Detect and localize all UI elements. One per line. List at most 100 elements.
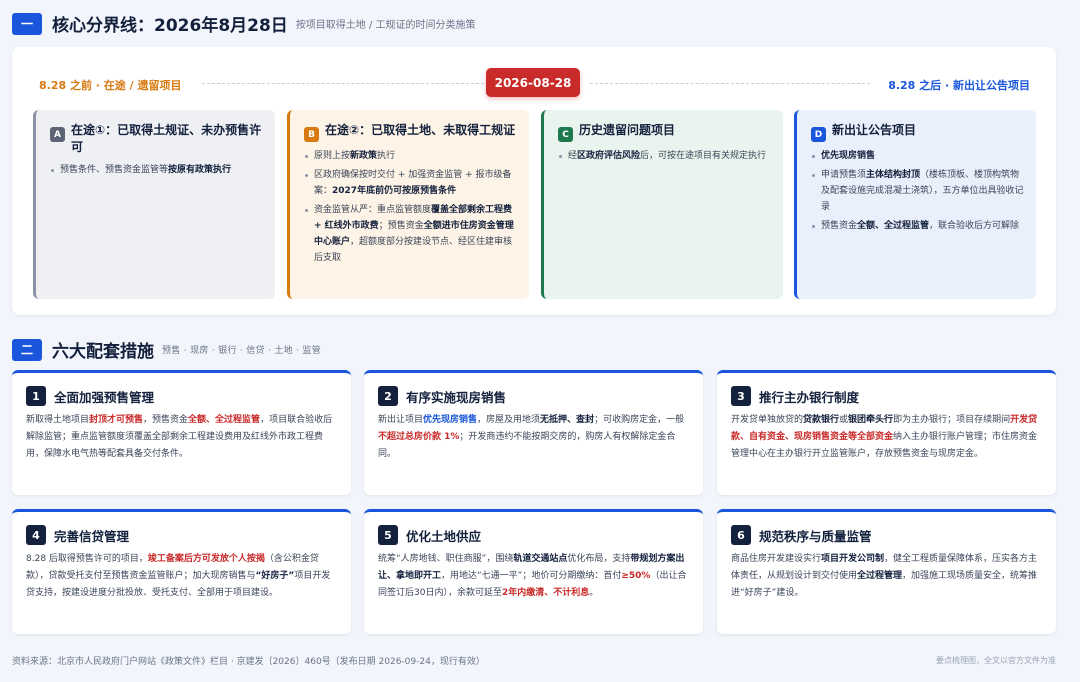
body-text: 优化布局，支持: [567, 554, 631, 564]
body-text: 申请预售须: [821, 170, 867, 180]
body-text: 开发贷单独放贷的: [731, 415, 804, 425]
section2-subtitle: 预售 · 现房 · 银行 · 信贷 · 土地 · 监管: [162, 346, 322, 356]
body-text: 预售资金: [821, 221, 858, 231]
measure-number: 4: [26, 525, 46, 545]
measure-body: 8.28 后取得预售许可的项目，竣工备案后方可发放个人按揭（含公积金贷款），贷款…: [26, 551, 337, 602]
category-card-b: B 在途②：已取得土地、未取得工规证 原则上按新政策执行 区政府确保按时交付 + …: [287, 110, 529, 299]
measure-number: 6: [731, 525, 751, 545]
body-text: 原则上按: [314, 151, 351, 161]
measure-title: 有序实施现房销售: [406, 389, 507, 405]
category-badge: C: [558, 127, 573, 142]
category-title: 新出让公告项目: [832, 123, 917, 137]
measure-title: 规范秩序与质量监管: [759, 528, 872, 544]
category-card-c: C 历史遗留问题项目 经区政府评估风险后，可按在途项目有关规定执行: [541, 110, 783, 299]
body-text: ；可收购房定金，一般: [594, 415, 685, 425]
emphasis-text: 区政府评估风险: [577, 151, 641, 161]
measure-body: 开发贷单独放贷的贷款银行或银团牵头行即为主办银行；项目存续期间开发贷款、自有资金…: [731, 412, 1042, 463]
category-card-a: A 在途①：已取得土规证、未办预售许可 预售条件、预售资金监管等按原有政策执行: [33, 110, 275, 299]
category-item: 申请预售须主体结构封顶（楼栋顶板、楼顶构筑物及配套设施完成混凝土浇筑），五方单位…: [811, 167, 1024, 215]
body-text: 。: [589, 588, 599, 598]
category-title: 在途②：已取得土地、未取得工规证: [325, 123, 516, 137]
category-badge: B: [304, 127, 319, 142]
category-items: 优先现房销售申请预售须主体结构封顶（楼栋顶板、楼顶构筑物及配套设施完成混凝土浇筑…: [811, 148, 1024, 234]
body-text: ，用地达“七通一平”；地价可分期缴纳：首付: [441, 571, 622, 581]
category-item: 原则上按新政策执行: [304, 148, 517, 164]
emphasis-text: 优先现房销售: [821, 151, 876, 161]
body-text: 后，可按在途项目有关规定执行: [640, 151, 767, 161]
measure-card-1: 1 全面加强预售管理 新取得土地项目封顶才可预售，预售资金全额、全过程监管，项目联…: [12, 370, 351, 495]
emphasis-text: 贷款银行: [803, 415, 840, 425]
category-item: 优先现房销售: [811, 148, 1024, 164]
body-text: ，房屋及用地须: [477, 415, 541, 425]
emphasis-text: 无抵押、查封: [540, 415, 595, 425]
body-text: 预售条件、预售资金监管等: [60, 165, 169, 175]
category-title: 在途①：已取得土规证、未办预售许可: [71, 123, 262, 154]
body-text: 或: [839, 415, 849, 425]
measure-title: 完善信贷管理: [54, 528, 130, 544]
emphasis-text: 封顶才可预售: [89, 415, 144, 425]
emphasis-text: 竣工备案后方可发放个人按揭: [147, 554, 265, 564]
category-badge: A: [50, 127, 65, 142]
body-text: 统筹“人房地钱、职住商服”，围绕: [378, 554, 514, 564]
category-badge: D: [811, 127, 826, 142]
emphasis-text: 按原有政策执行: [168, 165, 232, 175]
category-items: 经区政府评估风险后，可按在途项目有关规定执行: [558, 148, 771, 164]
section1-title: 核心分界线：2026年8月28日: [52, 16, 288, 36]
emphasis-text: 主体结构封顶: [866, 170, 921, 180]
emphasis-text: 不超过总房价款 1%: [378, 432, 460, 442]
section2-number: 二: [12, 338, 42, 361]
section1-number: 一: [12, 12, 42, 35]
measure-number: 2: [378, 386, 398, 406]
body-text: 资金监管从严：重点监管额度: [314, 205, 432, 215]
category-items: 原则上按新政策执行 区政府确保按时交付 + 加强资金监管 + 报市级备案：2027…: [304, 148, 517, 266]
emphasis-text: 全额、全过程监管: [857, 221, 930, 231]
emphasis-text: 2年内缴清、不计利息: [501, 588, 590, 598]
category-title: 历史遗留问题项目: [579, 123, 676, 137]
body-text: 新出让项目: [378, 415, 424, 425]
boundary-panel: 8.28 之前 · 在途 / 遗留项目 2026-08-28 8.28 之后 ·…: [12, 47, 1056, 315]
measure-number: 5: [378, 525, 398, 545]
measure-number: 1: [26, 386, 46, 406]
measure-body: 统筹“人房地钱、职住商服”，围绕轨道交通站点优化布局，支持带规划方案出让、拿地即…: [378, 551, 689, 602]
emphasis-text: 全额、全过程监管: [188, 415, 261, 425]
measure-card-3: 3 推行主办银行制度 开发贷单独放贷的贷款银行或银团牵头行即为主办银行；项目存续期…: [717, 370, 1056, 495]
body-text: 即为主办银行；项目存续期间: [893, 415, 1011, 425]
measure-body: 新取得土地项目封顶才可预售，预售资金全额、全过程监管，项目联合验收后解除监管；重…: [26, 412, 337, 463]
measure-title: 优化土地供应: [406, 528, 482, 544]
measure-title: 推行主办银行制度: [759, 389, 860, 405]
category-item: 预售资金全额、全过程监管，联合验收后方可解除: [811, 218, 1024, 234]
measure-body: 新出让项目优先现房销售，房屋及用地须无抵押、查封；可收购房定金，一般不超过总房价…: [378, 412, 689, 463]
measure-card-2: 2 有序实施现房销售 新出让项目优先现房销售，房屋及用地须无抵押、查封；可收购房定…: [364, 370, 703, 495]
emphasis-text: 新政策: [350, 151, 378, 161]
timeline-before-label: 8.28 之前 · 在途 / 遗留项目: [39, 79, 182, 92]
body-text: ，预售资金: [143, 415, 189, 425]
timeline-line-left: [202, 83, 484, 84]
body-text: 8.28 后取得预售许可的项目，: [26, 554, 148, 564]
measure-title: 全面加强预售管理: [54, 389, 155, 405]
measure-body: 商品住房开发建设实行项目开发公司制，健全工程质量保障体系，压实各方主体责任，从规…: [731, 551, 1042, 602]
emphasis-text: 项目开发公司制: [821, 554, 885, 564]
emphasis-text: 轨道交通站点: [513, 554, 568, 564]
category-items: 预售条件、预售资金监管等按原有政策执行: [50, 162, 263, 178]
body-text: 新取得土地项目: [26, 415, 90, 425]
disclaimer-note: 要点梳理图，全文以官方文件为准: [936, 656, 1056, 665]
emphasis-text: 优先现房销售: [423, 415, 478, 425]
category-card-d: D 新出让公告项目 优先现房销售申请预售须主体结构封顶（楼栋顶板、楼顶构筑物及配…: [794, 110, 1036, 299]
measure-card-6: 6 规范秩序与质量监管 商品住房开发建设实行项目开发公司制，健全工程质量保障体系，…: [717, 509, 1056, 634]
category-item: 资金监管从严：重点监管额度覆盖全部剩余工程费 + 红线外市政费；预售资金全额进市…: [304, 202, 517, 266]
category-item: 经区政府评估风险后，可按在途项目有关规定执行: [558, 148, 771, 164]
emphasis-text: ≥50%: [621, 571, 651, 581]
body-text: ，联合验收后方可解除: [929, 221, 1020, 231]
measure-number: 3: [731, 386, 751, 406]
section1-subtitle: 按项目取得土地 / 工规证的时间分类施策: [295, 20, 476, 31]
category-item: 预售条件、预售资金监管等按原有政策执行: [50, 162, 263, 178]
body-text: ；预售资金: [378, 221, 424, 231]
section1-header: 一 核心分界线：2026年8月28日 按项目取得土地 / 工规证的时间分类施策: [12, 11, 476, 36]
source-note: 资料来源：北京市人民政府门户网站《政策文件》栏目 · 京建发〔2026〕460号…: [12, 657, 485, 667]
section2-title: 六大配套措施: [52, 342, 154, 362]
emphasis-text: “好房子”: [255, 571, 295, 581]
emphasis-text: 2027年底前仍可按原预售条件: [332, 186, 457, 196]
section2-header: 二 六大配套措施 预售 · 现房 · 银行 · 信贷 · 土地 · 监管: [12, 337, 321, 362]
measure-card-4: 4 完善信贷管理 8.28 后取得预售许可的项目，竣工备案后方可发放个人按揭（含公…: [12, 509, 351, 634]
boundary-date-badge: 2026-08-28: [486, 68, 580, 97]
